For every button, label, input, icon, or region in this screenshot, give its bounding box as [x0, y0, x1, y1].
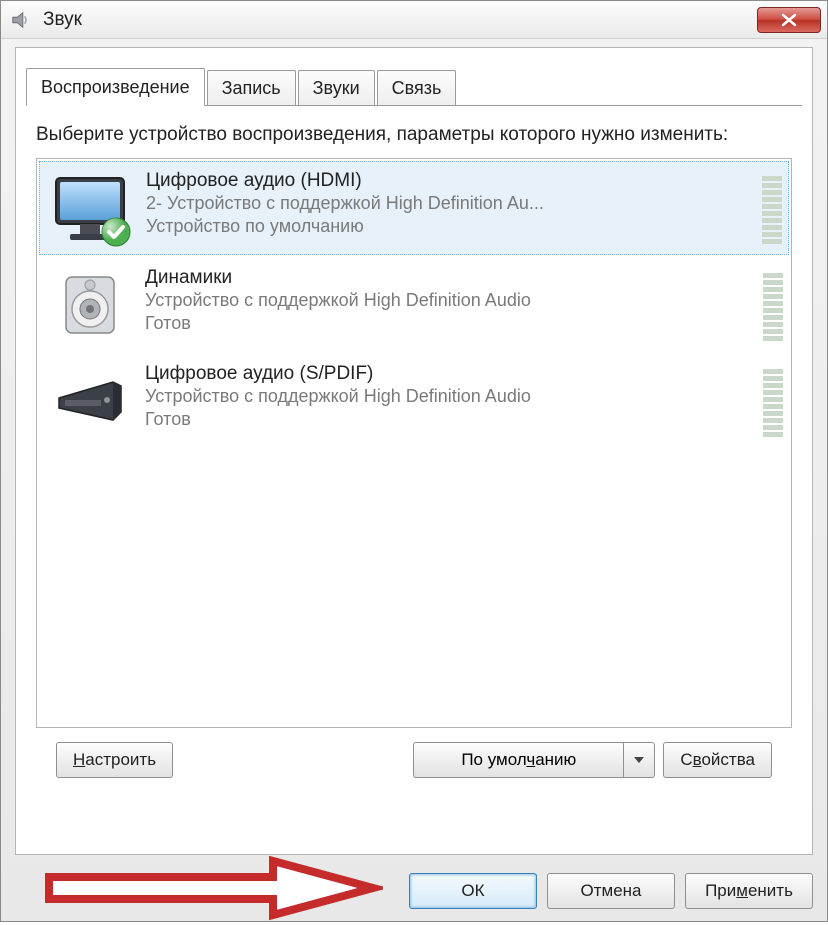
device-text: Цифровое аудио (S/PDIF) Устройство с под… — [145, 361, 753, 441]
tab-communications[interactable]: Связь — [377, 70, 457, 106]
tab-sounds[interactable]: Звуки — [298, 70, 375, 106]
tab-row: Воспроизведение Запись Звуки Связь — [16, 48, 812, 106]
tab-playback[interactable]: Воспроизведение — [26, 68, 205, 106]
set-default-dropdown[interactable]: По умолчанию — [413, 742, 655, 778]
device-desc: 2- Устройство с поддержкой High Definiti… — [146, 192, 752, 215]
device-status: Готов — [145, 408, 753, 431]
properties-button[interactable]: Свойства — [663, 742, 772, 778]
configure-button[interactable]: Настроить — [56, 742, 173, 778]
close-button[interactable] — [757, 7, 821, 33]
dialog-button-row: ОК Отмена Применить — [15, 873, 813, 909]
device-list[interactable]: Цифровое аудио (HDMI) 2- Устройство с по… — [36, 158, 792, 728]
level-meter — [763, 361, 783, 441]
device-status: Готов — [145, 312, 753, 335]
device-text: Динамики Устройство с поддержкой High De… — [145, 265, 753, 345]
tab-page-playback: Выберите устройство воспроизведения, пар… — [16, 106, 812, 804]
content-area: Воспроизведение Запись Звуки Связь Выбер… — [15, 47, 813, 855]
titlebar: Звук — [1, 1, 827, 39]
lower-button-row: Настроить По умолчанию Свойства — [36, 728, 792, 792]
speaker-icon — [45, 265, 135, 345]
device-item-hdmi[interactable]: Цифровое аудио (HDMI) 2- Устройство с по… — [39, 161, 789, 255]
dropdown-arrow-icon[interactable] — [623, 742, 655, 778]
device-name: Цифровое аудио (S/PDIF) — [145, 363, 753, 385]
device-status: Устройство по умолчанию — [146, 215, 752, 238]
device-text: Цифровое аудио (HDMI) 2- Устройство с по… — [146, 168, 752, 248]
device-name: Цифровое аудио (HDMI) — [146, 170, 752, 192]
set-default-label[interactable]: По умолчанию — [413, 742, 623, 778]
device-desc: Устройство с поддержкой High Definition … — [145, 289, 753, 312]
device-item-spdif[interactable]: Цифровое аудио (S/PDIF) Устройство с под… — [37, 353, 791, 449]
spdif-icon — [45, 361, 135, 441]
level-meter — [763, 265, 783, 345]
device-desc: Устройство с поддержкой High Definition … — [145, 385, 753, 408]
device-name: Динамики — [145, 267, 753, 289]
sound-dialog-window: Звук Воспроизведение Запись Звуки Связь … — [0, 0, 828, 922]
window-title: Звук — [43, 9, 757, 31]
tab-recording[interactable]: Запись — [207, 70, 296, 106]
ok-button[interactable]: ОК — [409, 873, 537, 909]
cancel-button[interactable]: Отмена — [547, 873, 675, 909]
default-checkmark-icon — [100, 216, 132, 248]
prompt-text: Выберите устройство воспроизведения, пар… — [36, 122, 792, 148]
level-meter — [762, 168, 782, 248]
apply-button[interactable]: Применить — [685, 873, 813, 909]
monitor-icon — [46, 168, 136, 248]
device-item-speakers[interactable]: Динамики Устройство с поддержкой High De… — [37, 257, 791, 353]
sound-icon — [9, 8, 33, 32]
